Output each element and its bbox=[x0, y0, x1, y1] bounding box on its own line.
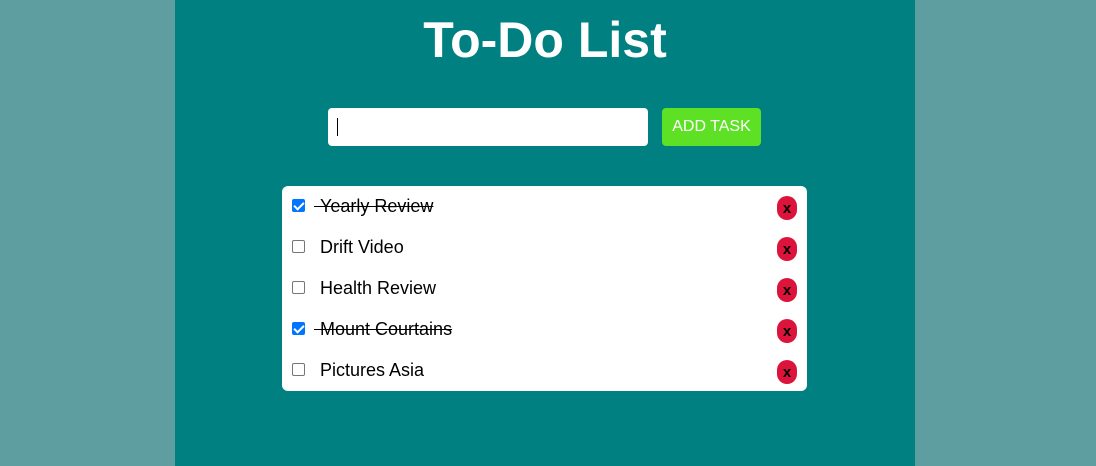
task-checkbox[interactable] bbox=[292, 240, 305, 253]
task-item: Pictures Asia x bbox=[282, 350, 807, 391]
task-checkbox[interactable] bbox=[292, 322, 305, 335]
task-checkbox[interactable] bbox=[292, 281, 305, 294]
add-task-button[interactable]: ADD TASK bbox=[662, 108, 761, 146]
delete-task-button[interactable]: x bbox=[777, 278, 797, 302]
task-text: Yearly Review bbox=[313, 196, 434, 216]
text-cursor bbox=[337, 118, 338, 136]
task-text: Health Review bbox=[320, 278, 437, 298]
task-item: Yearly Review x bbox=[282, 186, 807, 227]
task-text: Mount Courtains bbox=[313, 319, 453, 339]
delete-task-button[interactable]: x bbox=[777, 319, 797, 343]
page-title: To-Do List bbox=[423, 12, 667, 68]
task-list: Yearly Review x Drift Video x Health Rev… bbox=[282, 186, 807, 391]
task-text: Pictures Asia bbox=[320, 360, 425, 380]
task-item: Mount Courtains x bbox=[282, 309, 807, 350]
delete-task-button[interactable]: x bbox=[777, 237, 797, 261]
task-item: Drift Video x bbox=[282, 227, 807, 268]
todo-app: To-Do List ADD TASK Yearly Review x Drif… bbox=[175, 0, 915, 466]
task-item: Health Review x bbox=[282, 268, 807, 309]
task-checkbox[interactable] bbox=[292, 363, 305, 376]
task-text: Drift Video bbox=[320, 237, 404, 257]
task-input[interactable] bbox=[328, 108, 648, 146]
delete-task-button[interactable]: x bbox=[777, 360, 797, 384]
task-checkbox[interactable] bbox=[292, 199, 305, 212]
delete-task-button[interactable]: x bbox=[777, 196, 797, 220]
